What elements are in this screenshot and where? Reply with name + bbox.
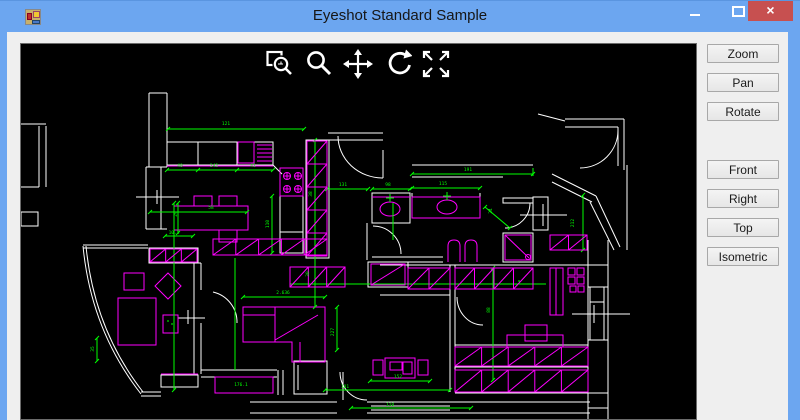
svg-text:121: 121 [222,121,230,127]
cad-viewport[interactable]: 121 40 242 41 131 98 115 191 110 30 38 58 29 10.1 2.63… [20,43,697,420]
svg-text:35: 35 [90,346,96,352]
svg-text:29: 29 [173,211,179,217]
floorplan-svg[interactable]: 121 40 242 41 131 98 115 191 110 30 38 58 29 10.1 2.63… [20,44,696,420]
svg-text:10.1: 10.1 [169,230,180,236]
svg-text:58: 58 [208,205,214,211]
zoom-window-icon[interactable] [265,49,295,79]
zoom-button[interactable]: Zoom [707,44,779,63]
rotate-icon[interactable] [382,49,412,79]
svg-text:2.636: 2.636 [276,290,290,296]
svg-text:30: 30 [305,271,311,277]
viewport-toolbar [265,49,451,79]
pan-icon[interactable] [343,49,373,79]
front-button[interactable]: Front [707,160,779,179]
isometric-button[interactable]: Isometric [707,247,779,266]
svg-text:118: 118 [386,402,394,408]
title-bar[interactable]: Eyeshot Standard Sample × [0,0,800,32]
svg-text:38: 38 [308,191,314,197]
svg-text:24: 24 [488,208,494,214]
svg-text:227: 227 [330,328,336,336]
svg-text:41: 41 [250,163,256,169]
svg-text:181: 181 [341,384,349,390]
svg-text:176.1: 176.1 [234,382,248,388]
window-title: Eyeshot Standard Sample [312,7,488,24]
svg-text:152: 152 [394,374,402,380]
svg-text:110: 110 [265,220,271,228]
svg-text:115: 115 [439,181,447,187]
button-panel: Zoom Pan Rotate Front Right Top Isometric [707,0,779,420]
svg-text:191: 191 [464,167,472,173]
zoom-icon[interactable] [304,49,334,79]
minimize-icon[interactable] [690,14,700,16]
pan-button[interactable]: Pan [707,73,779,92]
svg-text:212: 212 [570,219,576,227]
top-button[interactable]: Top [707,218,779,237]
svg-text:40: 40 [177,163,183,169]
zoom-fit-icon[interactable] [421,49,451,79]
rotate-button[interactable]: Rotate [707,102,779,121]
svg-text:98: 98 [385,182,391,188]
right-button[interactable]: Right [707,189,779,208]
svg-text:131: 131 [339,182,347,188]
window-border-right [788,32,800,420]
svg-text:88: 88 [486,307,492,313]
svg-text:242: 242 [210,163,218,169]
window-border-left [0,32,7,420]
app-window: Eyeshot Standard Sample × 121 40 242 41 131 9… [0,0,800,420]
